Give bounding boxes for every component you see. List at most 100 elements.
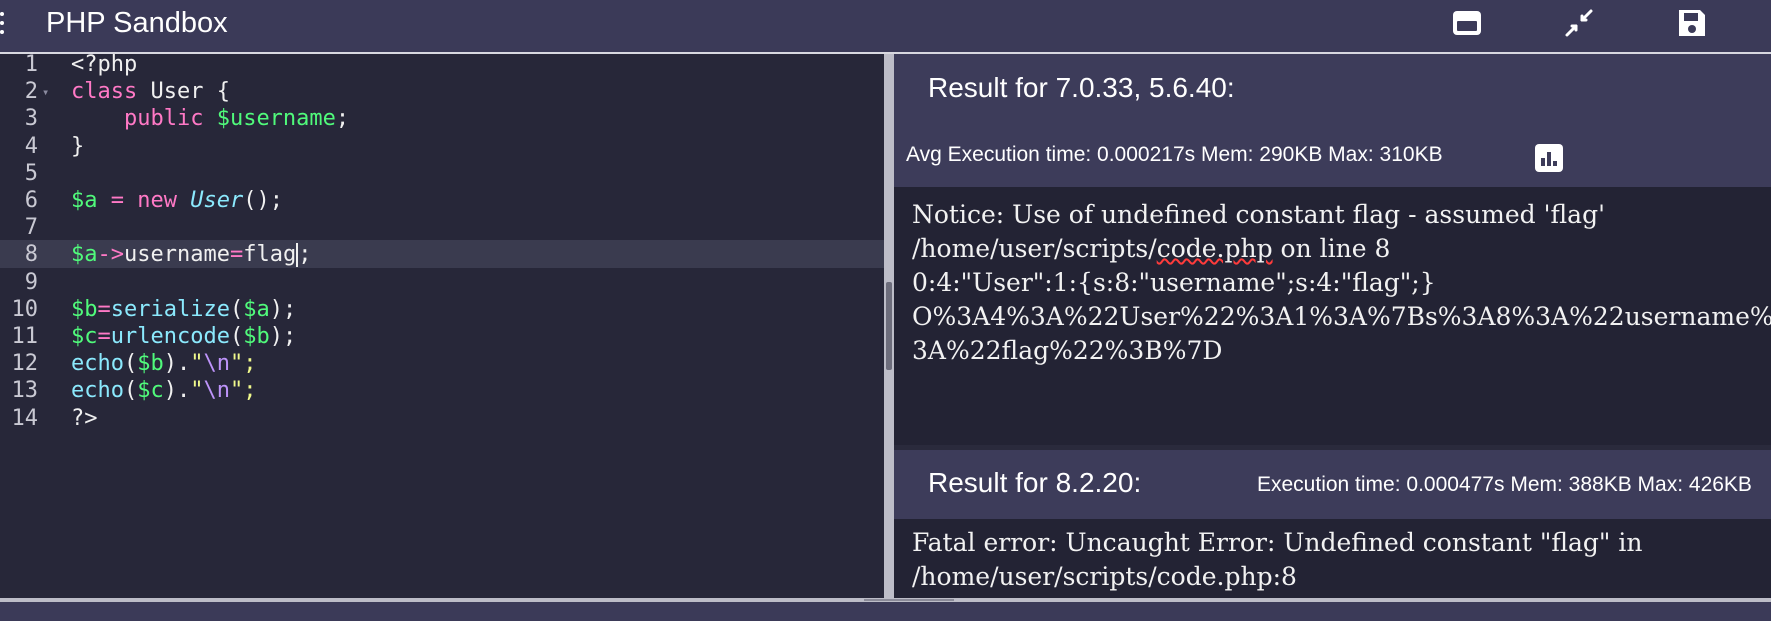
code-line[interactable]: 8 $a->username=flag; (0, 240, 884, 270)
code-token: User (190, 188, 244, 213)
result-title-1: Result for 7.0.33, 5.6.40: (928, 72, 1235, 103)
code-token: "; (229, 351, 257, 377)
line-number: 13 (11, 378, 39, 404)
code-token: ( (229, 324, 244, 349)
line-number: 11 (11, 324, 39, 349)
code-token: ; (298, 242, 312, 268)
collapse-button[interactable] (1561, 5, 1597, 41)
line-number: 1 (24, 54, 38, 77)
code-token: echo (71, 378, 124, 404)
code-token: ?> (71, 405, 98, 431)
results-panel: Result for 7.0.33, 5.6.40: Avg Execution… (894, 54, 1771, 598)
code-token: $a (71, 242, 98, 268)
app-header: PHP Sandbox (0, 0, 1771, 52)
code-token: ( (229, 296, 244, 322)
result-output-1: Notice: Use of undefined constant flag -… (894, 187, 1771, 445)
code-text: echo($c)."\n"; (71, 376, 256, 406)
save-icon (1679, 10, 1705, 36)
code-token: flag (243, 242, 297, 268)
code-line[interactable]: 14 ?> (0, 404, 884, 434)
output-line-suffix: on line 8 (1272, 234, 1391, 263)
line-number: 7 (24, 215, 38, 241)
more-menu-icon[interactable] (0, 12, 6, 38)
result-title-2: Result for 8.2.20: (928, 467, 1142, 498)
code-text: } (71, 132, 84, 162)
code-token: ). (163, 378, 191, 404)
line-number: 3 (24, 106, 38, 132)
result-meta-2: Execution time: 0.000477s Mem: 388KB Max… (1257, 473, 1752, 496)
code-token: new (137, 188, 191, 213)
code-token: $username (216, 106, 336, 132)
code-token: User { (137, 79, 230, 105)
output-line: 0:4:"User":1:{s:8:"username";s:4:"flag";… (912, 268, 1436, 297)
result-meta-1: Avg Execution time: 0.000217s Mem: 290KB… (906, 143, 1443, 166)
output-line: Fatal error: Uncaught Error: Undefined c… (912, 528, 1643, 557)
window-toggle-button[interactable] (1449, 5, 1485, 41)
code-text: <?php (71, 54, 137, 80)
stats-chart-icon[interactable] (1535, 144, 1563, 172)
code-text: $c=urlencode($b); (71, 322, 296, 352)
line-number: 4 (24, 133, 38, 159)
code-token: = (229, 242, 244, 268)
code-line[interactable]: 7 (0, 213, 884, 243)
code-line[interactable]: 6 $a = new User(); (0, 186, 884, 216)
code-line[interactable]: 1 <?php (0, 54, 884, 80)
output-line: /home/user/scripts/code.php on line 8 (912, 232, 1390, 266)
code-token: $a (71, 188, 98, 213)
code-token: "; (229, 378, 257, 404)
code-text: $a = new User(); (71, 186, 283, 216)
bottom-resize-handle[interactable] (864, 599, 954, 601)
code-line[interactable]: 3 public $username; (0, 104, 884, 134)
fold-toggle-icon[interactable]: ▾ (42, 77, 49, 107)
code-line[interactable]: 2 ▾ class User { (0, 77, 884, 107)
splitter-handle[interactable] (886, 282, 892, 370)
code-token: " (190, 378, 204, 404)
code-line[interactable]: 4} (0, 132, 884, 162)
code-token: ( (123, 351, 138, 377)
code-editor[interactable]: 1 <?php 2 ▾ class User {3 public $username; 4… (0, 54, 884, 598)
code-token: " (190, 351, 204, 377)
code-token: $c (71, 324, 98, 349)
line-number: 2 (24, 79, 38, 105)
code-token: = (97, 188, 138, 213)
line-number: 14 (11, 405, 39, 431)
save-button[interactable] (1674, 5, 1710, 41)
result-header-2: Result for 8.2.20: Execution time: 0.000… (894, 450, 1771, 519)
output-path: /home/user/scripts/ (912, 234, 1157, 263)
code-token: = (97, 296, 111, 322)
code-line[interactable]: 10 $b=serialize($a); (0, 295, 884, 325)
line-number: 10 (11, 296, 39, 322)
code-text: $a->username=flag; (71, 240, 311, 270)
code-text: echo($b)."\n"; (71, 349, 256, 379)
code-line[interactable]: 11 $c=urlencode($b); (0, 322, 884, 352)
code-token: $b (71, 296, 98, 322)
code-token: <?php (71, 54, 138, 77)
code-token: $b (243, 324, 270, 349)
code-token: public (71, 106, 217, 132)
output-line: /home/user/scripts/code.php:8 (912, 562, 1297, 591)
window-icon (1453, 11, 1481, 35)
code-line[interactable]: 5 (0, 159, 884, 189)
output-line: O%3A4%3A%22User%22%3A1%3A%7Bs%3A8%3A%22u… (912, 302, 1771, 331)
code-text: class User { (71, 77, 230, 107)
code-token: \n (203, 351, 230, 377)
code-line[interactable]: 13 echo($c)."\n"; (0, 376, 884, 406)
code-token: ); (269, 324, 297, 349)
collapse-icon (1565, 9, 1593, 37)
code-token: -> (97, 242, 125, 268)
pane-splitter[interactable] (884, 54, 894, 598)
code-line[interactable]: 12 echo($b)."\n"; (0, 349, 884, 379)
code-text: public $username; (71, 104, 349, 134)
code-line[interactable]: 9 (0, 268, 884, 298)
code-token: $c (137, 378, 164, 404)
code-token: ). (163, 351, 191, 377)
line-number: 5 (24, 160, 38, 186)
line-number: 9 (24, 269, 38, 295)
line-number: 8 (24, 242, 38, 268)
code-token: \n (203, 378, 230, 404)
output-line: Notice: Use of undefined constant flag -… (912, 200, 1605, 229)
code-token: username (124, 242, 230, 268)
code-token: ); (269, 296, 297, 322)
code-token: ; (335, 106, 350, 132)
code-token: echo (71, 351, 124, 377)
